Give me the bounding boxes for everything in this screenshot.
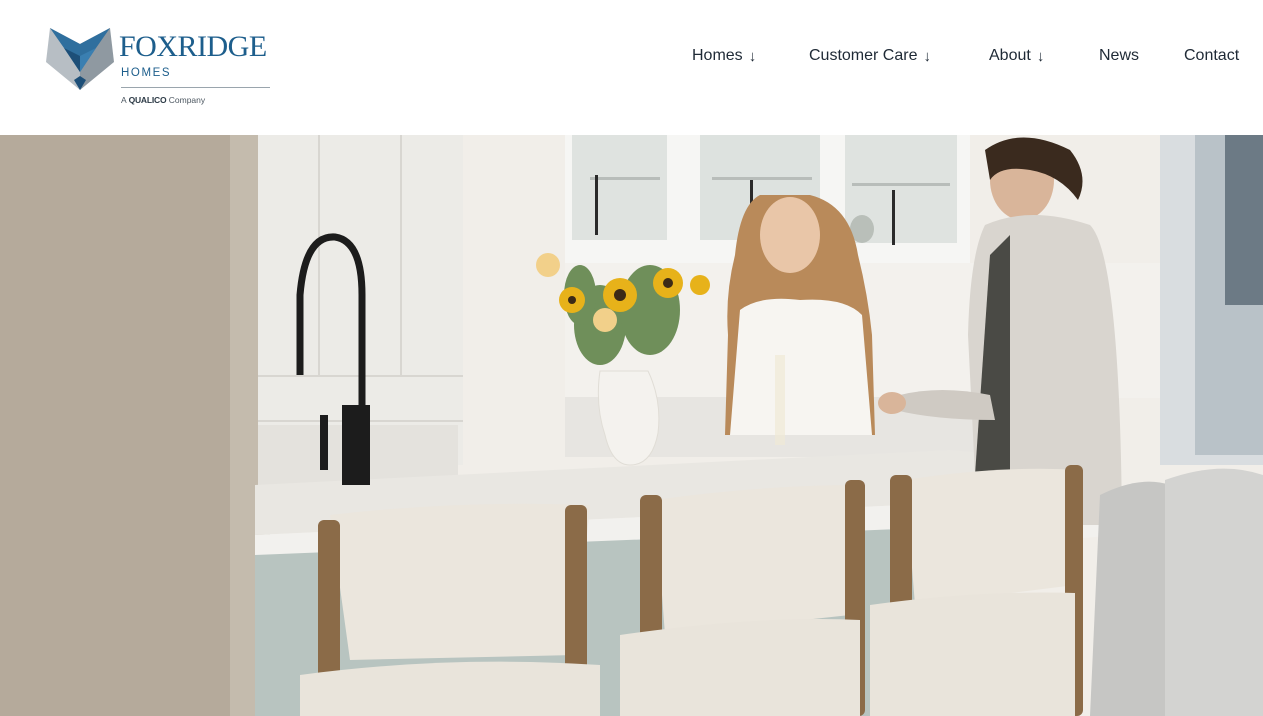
nav-label-news: News bbox=[1099, 47, 1140, 64]
nav-item-customer-care[interactable]: Customer Care ↓ bbox=[809, 45, 931, 67]
tagline-prefix: A bbox=[121, 95, 127, 105]
nav-label-customer-care: Customer Care bbox=[809, 47, 918, 64]
arrow-down-icon: ↓ bbox=[1036, 47, 1045, 65]
brand-sub: HOMES bbox=[121, 67, 172, 79]
brand-tagline: A QUALICO Company bbox=[121, 95, 205, 105]
nav-item-homes[interactable]: Homes ↓ bbox=[692, 45, 756, 67]
site-header: FOXRIDGE HOMES A QUALICO Company Homes ↓… bbox=[0, 0, 1263, 135]
hero-image bbox=[0, 135, 1263, 716]
arrow-down-icon: ↓ bbox=[748, 47, 757, 65]
arrow-down-icon: ↓ bbox=[923, 47, 931, 65]
tagline-brand: QUALICO bbox=[128, 95, 167, 105]
nav-item-contact[interactable]: Contact bbox=[1184, 45, 1239, 67]
fox-logo-icon bbox=[46, 28, 114, 90]
nav-label-contact: Contact bbox=[1184, 47, 1240, 64]
nav-label-about: About bbox=[989, 47, 1031, 64]
nav-label-homes: Homes bbox=[692, 47, 743, 64]
brand-divider bbox=[121, 87, 270, 88]
brand-name: FOXRIDGE bbox=[119, 30, 267, 63]
nav-item-news[interactable]: News bbox=[1099, 45, 1139, 67]
kitchen-couple-photo bbox=[0, 135, 1263, 716]
tagline-suffix: Company bbox=[168, 95, 206, 105]
brand-logo-link[interactable]: FOXRIDGE HOMES A QUALICO Company bbox=[44, 26, 276, 110]
nav-item-about[interactable]: About ↓ bbox=[989, 45, 1044, 67]
